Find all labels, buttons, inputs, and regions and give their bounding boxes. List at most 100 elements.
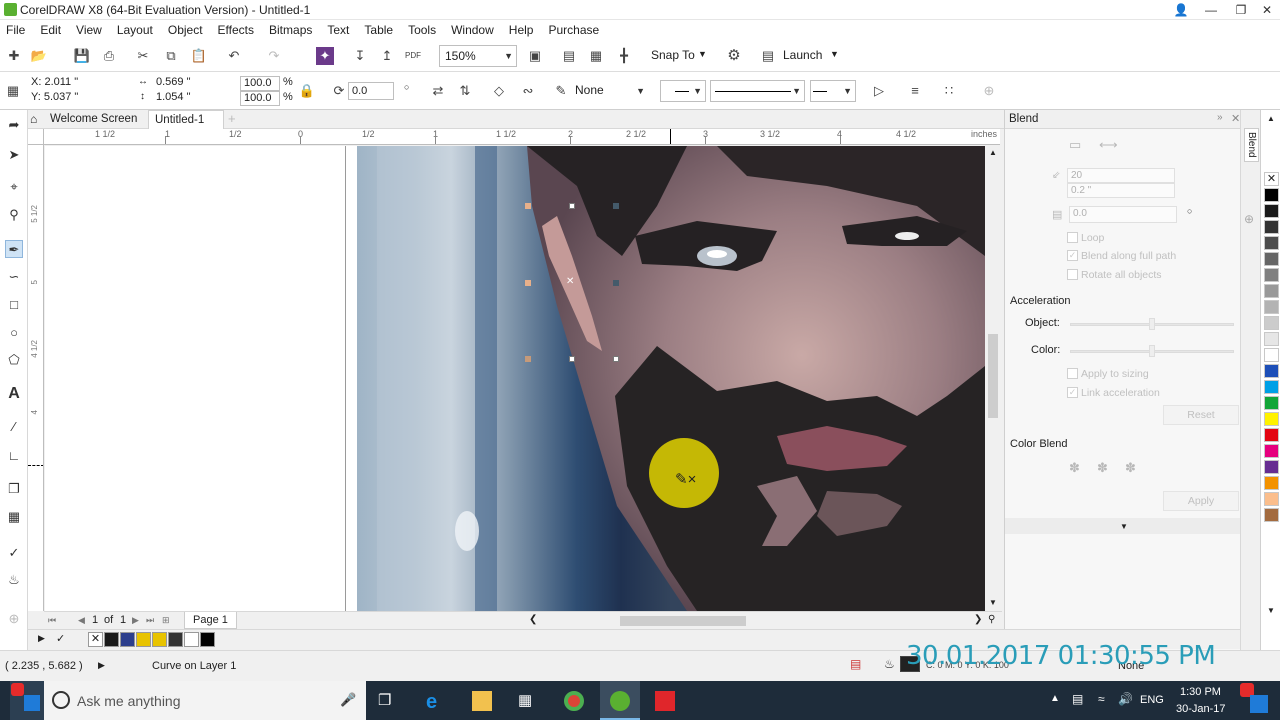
swatch-yellow[interactable]: [1264, 412, 1279, 426]
home-icon[interactable]: ⌂: [30, 112, 37, 126]
menu-object[interactable]: Object: [168, 21, 203, 39]
drop-shadow-icon[interactable]: ❐: [5, 480, 23, 498]
swatch-gray-60[interactable]: [1264, 252, 1279, 266]
menu-table[interactable]: Table: [364, 21, 393, 39]
swatch-gray-90[interactable]: [1264, 204, 1279, 218]
polygon-tool-icon[interactable]: ⬠: [5, 351, 23, 369]
swatch-blue[interactable]: [1264, 364, 1279, 378]
swatch-red[interactable]: [1264, 428, 1279, 442]
status-expand-icon[interactable]: ▶: [98, 660, 105, 671]
publish-pdf-icon[interactable]: PDF: [404, 47, 422, 65]
scroll-down-icon[interactable]: ▼: [989, 598, 997, 607]
import-icon[interactable]: ↧: [351, 47, 369, 65]
menu-help[interactable]: Help: [509, 21, 534, 39]
palette-scroll-up-icon[interactable]: ▲: [1267, 114, 1275, 123]
show-guidelines-icon[interactable]: ╋: [615, 47, 633, 65]
doc-swatch[interactable]: [184, 632, 199, 647]
language-indicator[interactable]: ENG: [1140, 694, 1164, 706]
swatch-gray-10[interactable]: [1264, 332, 1279, 346]
vertical-scroll-thumb[interactable]: [988, 334, 998, 418]
account-icon[interactable]: 👤: [1166, 0, 1196, 20]
scroll-left-icon[interactable]: ❮: [529, 614, 537, 625]
mirror-horizontal-icon[interactable]: ⇄: [429, 82, 447, 100]
horizontal-scroll-thumb[interactable]: [620, 616, 746, 626]
menu-file[interactable]: File: [6, 21, 25, 39]
cortana-search-box[interactable]: Ask me anything 🎤: [44, 681, 366, 720]
edge-browser-icon[interactable]: e: [426, 691, 446, 713]
swatch-gray-50[interactable]: [1264, 268, 1279, 282]
eyedropper-icon[interactable]: ✓: [56, 632, 65, 645]
zoom-level-dropdown[interactable]: 150% ▼: [439, 45, 517, 67]
blend-steps-field[interactable]: 20: [1067, 168, 1175, 183]
selection-handle[interactable]: [569, 203, 575, 209]
interactive-fill-icon[interactable]: ♨: [5, 571, 23, 589]
reset-button[interactable]: Reset: [1163, 405, 1239, 425]
clockwise-blend-icon[interactable]: ✽: [1097, 460, 1108, 476]
swatch-green[interactable]: [1264, 396, 1279, 410]
selection-handle[interactable]: [569, 356, 575, 362]
object-origin-icon[interactable]: ▦: [4, 82, 22, 100]
object-slider-thumb[interactable]: [1149, 318, 1155, 330]
selection-handle[interactable]: [613, 203, 619, 209]
launch-icon[interactable]: ▤: [759, 47, 777, 65]
x-position-field[interactable]: X: 2.011 ": [28, 76, 124, 91]
doc-swatch[interactable]: [104, 632, 119, 647]
export-icon[interactable]: ↥: [378, 47, 396, 65]
freehand-tool-icon[interactable]: ✒: [5, 240, 23, 258]
microphone-icon[interactable]: 🎤: [340, 692, 356, 708]
swatch-black[interactable]: [1264, 188, 1279, 202]
cut-icon[interactable]: ✂: [134, 47, 152, 65]
line-style-dropdown[interactable]: ▼: [710, 80, 805, 102]
width-field[interactable]: 0.569 ": [153, 76, 233, 91]
menu-tools[interactable]: Tools: [408, 21, 436, 39]
add-tab-icon[interactable]: +: [228, 111, 236, 126]
add-docker-icon[interactable]: ⊕: [1244, 212, 1254, 226]
menu-effects[interactable]: Effects: [218, 21, 254, 39]
color-proof-icon[interactable]: ▤: [850, 657, 861, 671]
zoom-tool-icon[interactable]: ⚲: [5, 206, 23, 224]
swatch-gray-70[interactable]: [1264, 236, 1279, 250]
doc-swatch[interactable]: [120, 632, 135, 647]
scale-y-field[interactable]: 100.0: [240, 91, 280, 106]
scroll-up-icon[interactable]: ▲: [989, 148, 997, 157]
swatch-cyan[interactable]: [1264, 380, 1279, 394]
palette-menu-icon[interactable]: ▶: [38, 633, 45, 644]
undo-icon[interactable]: ↶: [225, 47, 243, 65]
zoom-navigator-icon[interactable]: ⚲: [988, 614, 995, 625]
link-acceleration-checkbox[interactable]: ✓: [1067, 387, 1078, 398]
loop-checkbox[interactable]: [1067, 232, 1078, 243]
show-grid-icon[interactable]: ▦: [587, 47, 605, 65]
direct-blend-icon[interactable]: ✽: [1069, 460, 1080, 476]
menu-text[interactable]: Text: [327, 21, 349, 39]
ruler-origin[interactable]: [28, 129, 44, 145]
menu-window[interactable]: Window: [451, 21, 494, 39]
y-position-field[interactable]: Y: 5.037 ": [28, 91, 124, 106]
swatch-orange[interactable]: [1264, 476, 1279, 490]
no-color-swatch[interactable]: ✕: [1264, 172, 1279, 186]
snap-to-dropdown[interactable]: Snap To: [651, 48, 695, 62]
options-gear-icon[interactable]: ⚙: [725, 47, 743, 65]
show-hidden-icons[interactable]: ▲: [1050, 693, 1060, 704]
blend-docker-tab[interactable]: Blend: [1244, 128, 1259, 162]
prev-page-icon[interactable]: ◀: [78, 615, 85, 626]
doc-swatch[interactable]: [168, 632, 183, 647]
close-curve-icon[interactable]: ▷: [870, 82, 888, 100]
paste-icon[interactable]: 📋: [190, 47, 208, 65]
expand-icon[interactable]: ▼: [1120, 522, 1128, 531]
add-tool-icon[interactable]: ⊕: [5, 610, 23, 628]
fill-icon[interactable]: ♨: [884, 657, 895, 671]
parallel-dimension-icon[interactable]: ∕: [5, 418, 23, 436]
swatch-gray-80[interactable]: [1264, 220, 1279, 234]
clock-time[interactable]: 1:30 PM: [1180, 686, 1221, 698]
counterclockwise-blend-icon[interactable]: ✽: [1125, 460, 1136, 476]
blend-spacing-mode-icon[interactable]: ⟷: [1099, 137, 1118, 153]
first-page-icon[interactable]: ⏮: [48, 615, 56, 626]
add-icon[interactable]: ⊕: [980, 82, 998, 100]
selection-handle[interactable]: [613, 356, 619, 362]
mirror-vertical-icon[interactable]: ⇅: [456, 82, 474, 100]
smooth-nodes-icon[interactable]: ∾: [519, 82, 537, 100]
apply-to-sizing-checkbox[interactable]: [1067, 368, 1078, 379]
close-button[interactable]: ✕: [1252, 0, 1280, 20]
swatch-brown[interactable]: [1264, 508, 1279, 522]
task-view-icon[interactable]: ❐: [378, 691, 398, 711]
